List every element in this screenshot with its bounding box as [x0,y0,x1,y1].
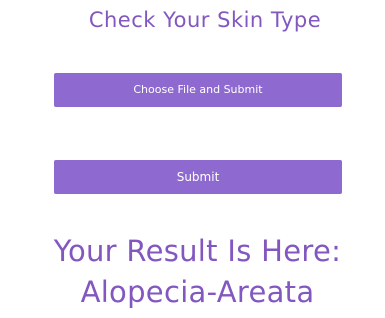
choose-file-submit-button[interactable]: Choose File and Submit [54,73,342,107]
submit-button[interactable]: Submit [54,160,342,194]
page-title: Check Your Skin Type [88,8,322,32]
result-value: Alopecia-Areata [80,275,315,309]
result-heading: Your Result Is Here: [53,234,342,268]
